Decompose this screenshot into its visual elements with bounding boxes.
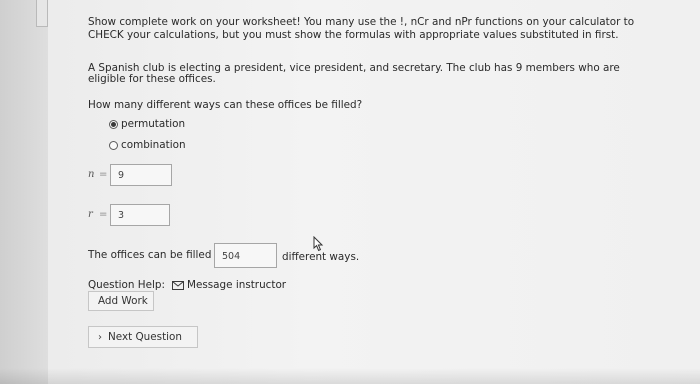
page-bottom-shadow [0,368,700,384]
n-label: n [88,169,95,180]
message-instructor-link[interactable]: Message instructor [172,279,286,291]
answer-input[interactable]: 504 [214,243,277,268]
instructions-line-1: Show complete work on your worksheet! Yo… [88,16,635,28]
scroll-tab [36,0,48,27]
next-question-label: Next Question [108,331,182,343]
option-combination[interactable]: combination [109,139,186,151]
r-equals: = [99,209,108,220]
answer-suffix: different ways. [282,251,360,263]
question-text: How many different ways can these office… [88,99,363,111]
n-input[interactable]: 9 [110,164,172,186]
instructions-line-2: CHECK your calculations, but you must sh… [88,29,619,41]
r-label: r [88,209,93,220]
problem-line-2: eligible for these offices. [88,73,216,85]
chevron-right-icon: › [98,331,102,343]
option-combination-label: combination [121,139,186,151]
radio-empty-icon[interactable] [109,140,118,150]
mail-icon [172,280,184,290]
question-help-label: Question Help: [88,279,165,291]
next-question-button[interactable]: › Next Question [88,326,198,348]
radio-selected-icon[interactable] [109,119,118,129]
left-margin [0,0,48,384]
n-equals: = [99,169,108,180]
option-permutation[interactable]: permutation [109,118,185,130]
answer-prefix: The offices can be filled [88,249,212,261]
add-work-button[interactable]: Add Work [88,291,154,311]
mouse-pointer-icon [313,236,324,252]
r-input[interactable]: 3 [110,204,170,226]
message-instructor-label: Message instructor [187,279,287,291]
option-permutation-label: permutation [121,118,186,130]
